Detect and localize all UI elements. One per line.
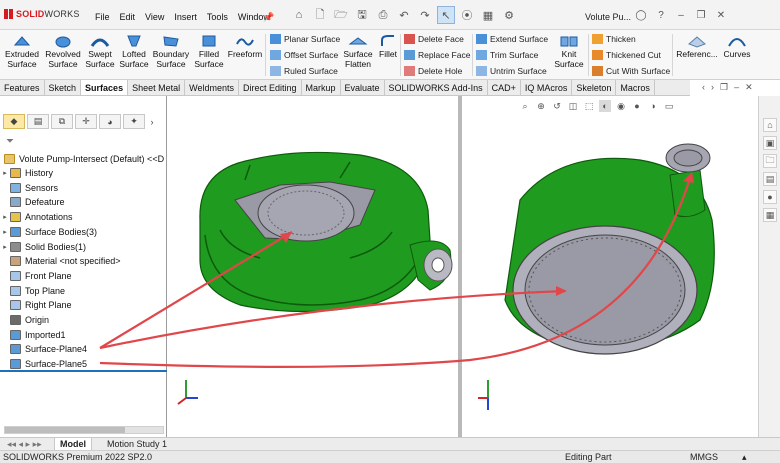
volute-pump-model-right[interactable] (504, 143, 715, 355)
triad-right (478, 380, 489, 410)
status-mode: Editing Part (565, 452, 612, 462)
design-library-icon[interactable]: ▣ (763, 136, 777, 150)
file-explorer-icon[interactable]: 🗀 (763, 154, 777, 168)
status-product: SOLIDWORKS Premium 2022 SP2.0 (3, 452, 153, 462)
bottom-tabs: ◂◂ ◂ ▸ ▸▸ Model Motion Study 1 (0, 437, 780, 450)
model-graphics (99, 143, 715, 410)
status-units[interactable]: MMGS (690, 452, 718, 462)
status-rebuild-icon[interactable]: ▴ (742, 452, 747, 463)
tab-scroll-icons[interactable]: ◂◂ ◂ ▸ ▸▸ (2, 438, 47, 450)
status-bar: SOLIDWORKS Premium 2022 SP2.0 Editing Pa… (0, 450, 780, 463)
tab-motion-study-1[interactable]: Motion Study 1 (102, 438, 172, 450)
tab-model[interactable]: Model (54, 438, 92, 450)
triad-left (177, 380, 198, 405)
view-palette-icon[interactable]: ▤ (763, 172, 777, 186)
solidworks-resources-icon[interactable]: ⌂ (763, 118, 777, 132)
volute-pump-model-left[interactable] (199, 151, 453, 313)
custom-properties-icon[interactable]: ▦ (763, 208, 777, 222)
task-pane-rail: ⌂ ▣ 🗀 ▤ ● ▦ (758, 96, 780, 437)
appearances-icon[interactable]: ● (763, 190, 777, 204)
